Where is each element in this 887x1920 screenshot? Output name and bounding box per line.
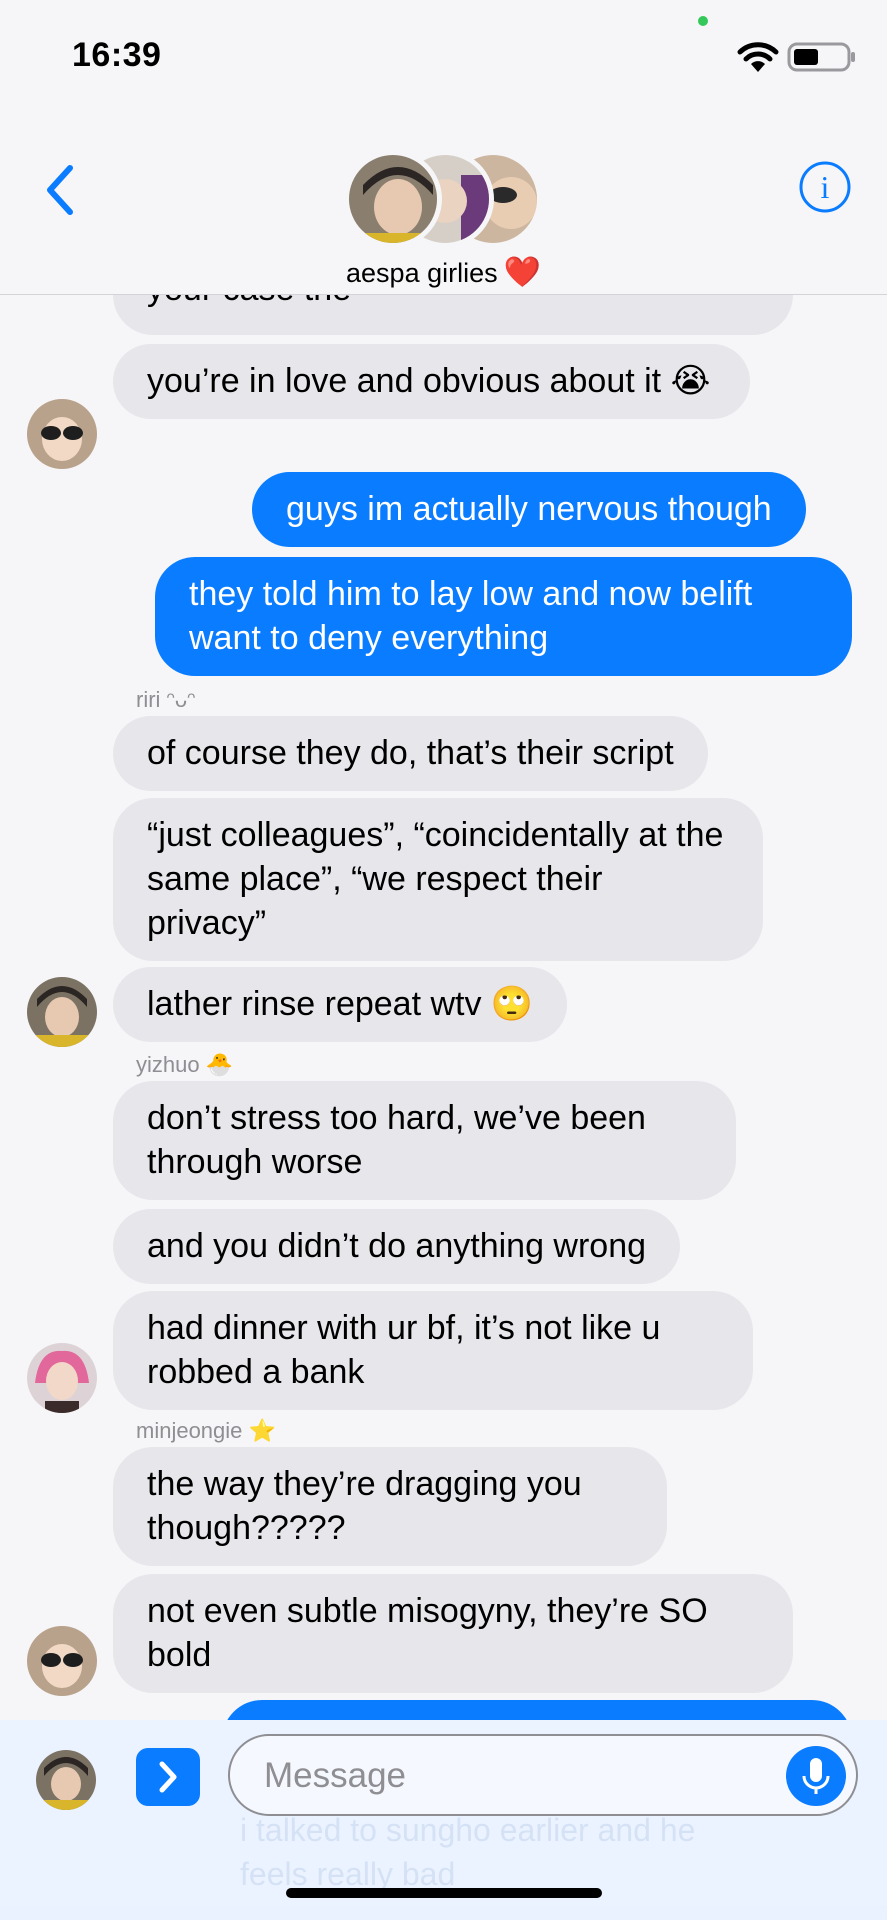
sender-avatar[interactable] <box>27 977 97 1047</box>
message-text: they told him to lay low and now belift … <box>189 575 753 657</box>
message-text: “just colleagues”, “coincidentally at th… <box>147 816 724 942</box>
battery-icon <box>787 42 855 72</box>
sender-name: minjeongie ⭐ <box>136 1418 276 1443</box>
message-bubble[interactable]: you’re in love and obvious about it 😭 <box>113 344 750 419</box>
message-bubble[interactable]: the way they’re dragging you though????? <box>113 1447 667 1566</box>
message-bubble[interactable]: of course they do, that’s their script <box>113 716 708 791</box>
message-list[interactable]: your case the you’re in love and obvious… <box>0 295 887 1720</box>
conversation-header: i aespa girlies ❤️ <box>0 110 887 295</box>
sender-avatar[interactable] <box>27 399 97 469</box>
message-bubble[interactable]: guys im actually nervous though <box>252 472 806 547</box>
message-placeholder: Message <box>264 1756 407 1795</box>
back-chevron-icon[interactable] <box>40 160 80 220</box>
message-bubble[interactable]: don’t stress too hard, we’ve been throug… <box>113 1081 736 1200</box>
message-text: and you didn’t do anything wrong <box>147 1227 647 1265</box>
group-avatars[interactable] <box>344 150 544 254</box>
wifi-icon <box>737 42 779 72</box>
message-text: lather rinse repeat wtv 🙄 <box>147 985 534 1023</box>
sender-avatar[interactable] <box>27 1626 97 1696</box>
message-bubble[interactable] <box>222 1700 852 1720</box>
message-bubble[interactable]: “just colleagues”, “coincidentally at th… <box>113 798 763 961</box>
home-indicator[interactable] <box>286 1888 602 1898</box>
own-avatar[interactable] <box>36 1750 96 1810</box>
microphone-icon <box>802 1758 830 1794</box>
chevron-right-icon <box>159 1761 177 1793</box>
sender-avatar[interactable] <box>27 1343 97 1413</box>
group-title-text: aespa girlies <box>346 258 498 288</box>
svg-text:i: i <box>821 169 830 205</box>
group-avatar-1 <box>344 150 442 248</box>
message-text: not even subtle misogyny, they’re SO bol… <box>147 1592 708 1674</box>
message-bubble[interactable]: not even subtle misogyny, they’re SO bol… <box>113 1574 793 1693</box>
message-text: had dinner with ur bf, it’s not like u r… <box>147 1309 661 1391</box>
message-input[interactable]: Message <box>228 1734 858 1816</box>
expand-apps-button[interactable] <box>136 1748 200 1806</box>
message-text: of course they do, that’s their script <box>147 734 674 772</box>
message-text: you’re in love and obvious about it 😭 <box>147 362 711 400</box>
sender-name: yizhuo 🐣 <box>136 1052 234 1077</box>
sender-name: riri ᵔᴗᵔ <box>136 687 196 712</box>
status-time: 16:39 <box>72 36 162 74</box>
ghost-message-text: i talked to sungho earlier and he <box>240 1812 696 1848</box>
info-icon[interactable]: i <box>798 160 852 214</box>
mic-button[interactable] <box>786 1746 846 1806</box>
message-bubble[interactable]: lather rinse repeat wtv 🙄 <box>113 967 568 1042</box>
message-bubble[interactable]: your case the <box>113 295 793 335</box>
message-text: guys im actually nervous though <box>286 490 772 528</box>
message-text: the way they’re dragging you though????? <box>147 1465 582 1547</box>
group-title[interactable]: aespa girlies ❤️ <box>0 255 887 290</box>
status-bar: 16:39 <box>0 0 887 110</box>
message-text: don’t stress too hard, we’ve been throug… <box>147 1099 646 1181</box>
privacy-indicator-dot <box>698 16 708 26</box>
message-bubble[interactable]: they told him to lay low and now belift … <box>155 557 852 676</box>
message-bubble[interactable]: and you didn’t do anything wrong <box>113 1209 681 1284</box>
message-text: your case the <box>147 295 351 308</box>
message-bubble[interactable]: had dinner with ur bf, it’s not like u r… <box>113 1291 753 1410</box>
heart-icon: ❤️ <box>503 256 541 289</box>
